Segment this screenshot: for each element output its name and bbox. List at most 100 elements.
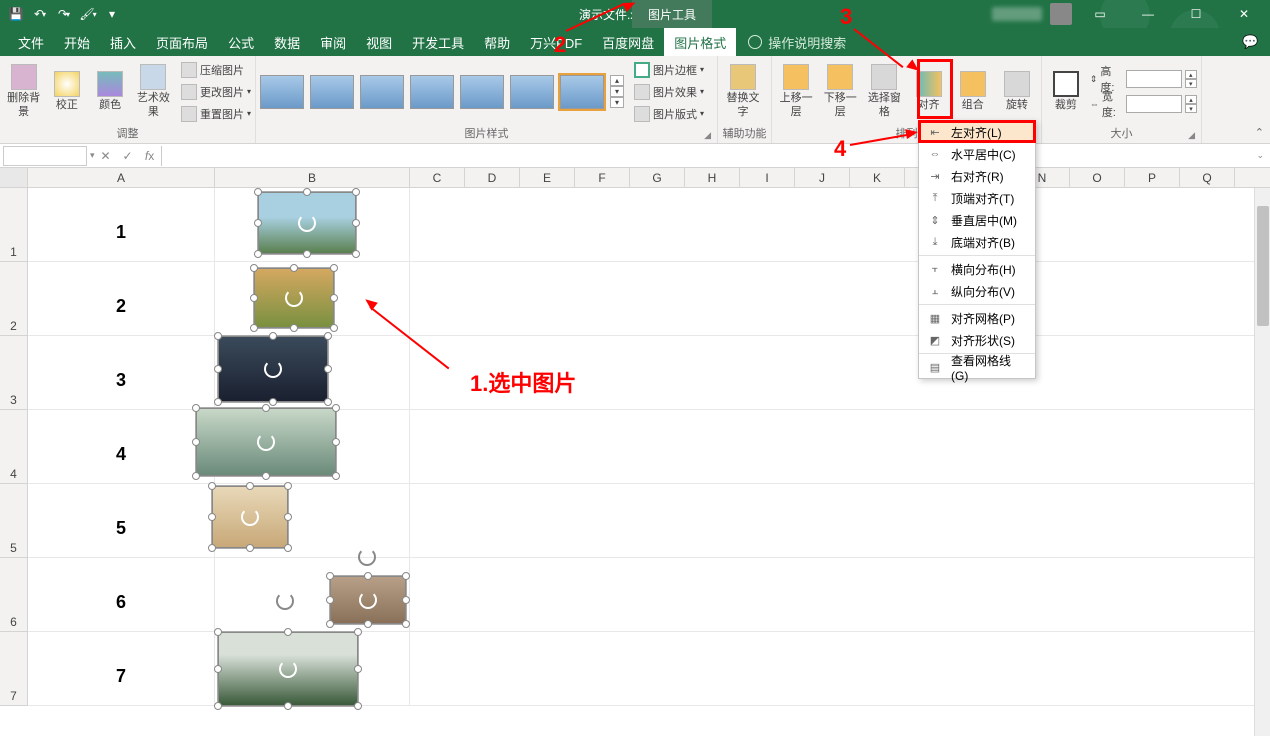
tab-wps-pdf[interactable]: 万兴PDF	[520, 28, 592, 56]
align-center-h-item[interactable]: ⇔水平居中(C)	[919, 143, 1035, 165]
picture-layout-button[interactable]: 图片版式▾	[634, 104, 704, 124]
row-header[interactable]: 1	[0, 188, 28, 262]
crop-button[interactable]: 裁剪	[1046, 60, 1086, 124]
distribute-h-item[interactable]: ⫟横向分布(H)	[919, 258, 1035, 280]
gallery-up[interactable]: ▴	[610, 75, 624, 86]
dialog-launcher[interactable]: ◢	[704, 130, 711, 141]
row-header[interactable]: 7	[0, 632, 28, 706]
picture-style-thumb[interactable]	[460, 75, 504, 109]
tab-layout[interactable]: 页面布局	[146, 28, 218, 56]
picture-object[interactable]	[330, 576, 406, 624]
col-header[interactable]: G	[630, 168, 685, 187]
save-button[interactable]: 💾	[6, 4, 26, 24]
collapse-ribbon-button[interactable]: ⌃	[1255, 126, 1264, 139]
tab-data[interactable]: 数据	[264, 28, 310, 56]
col-header[interactable]: P	[1125, 168, 1180, 187]
width-up[interactable]: ▴	[1185, 95, 1197, 104]
compress-pictures-button[interactable]: 压缩图片	[181, 60, 251, 80]
row-header[interactable]: 5	[0, 484, 28, 558]
width-input[interactable]	[1126, 95, 1182, 113]
align-middle-v-item[interactable]: ⇕垂直居中(M)	[919, 209, 1035, 231]
height-up[interactable]: ▴	[1185, 70, 1197, 79]
tab-home[interactable]: 开始	[54, 28, 100, 56]
redo-button[interactable]: ↷▾	[54, 4, 74, 24]
picture-border-button[interactable]: 图片边框▾	[634, 60, 704, 80]
col-header[interactable]: F	[575, 168, 630, 187]
col-header[interactable]: Q	[1180, 168, 1235, 187]
height-input[interactable]	[1126, 70, 1182, 88]
col-header[interactable]: J	[795, 168, 850, 187]
align-top-item[interactable]: ⤒顶端对齐(T)	[919, 187, 1035, 209]
rotate-button[interactable]: 旋转	[997, 60, 1037, 124]
col-header[interactable]: B	[215, 168, 410, 187]
bring-forward-button[interactable]: 上移一层	[776, 60, 816, 124]
ribbon-options-button[interactable]: ▭	[1080, 0, 1120, 28]
align-right-item[interactable]: ⇥右对齐(R)	[919, 165, 1035, 187]
selection-pane-button[interactable]: 选择窗格	[864, 60, 904, 124]
tab-review[interactable]: 审阅	[310, 28, 356, 56]
formula-input[interactable]	[161, 146, 1251, 166]
tab-developer[interactable]: 开发工具	[402, 28, 474, 56]
col-header[interactable]: D	[465, 168, 520, 187]
col-header[interactable]: A	[28, 168, 215, 187]
picture-style-thumb[interactable]	[510, 75, 554, 109]
select-all-button[interactable]	[0, 168, 28, 187]
tell-me-search[interactable]: 操作说明搜索	[748, 33, 846, 52]
minimize-button[interactable]: —	[1128, 0, 1168, 28]
rotate-handle-icon[interactable]	[276, 592, 294, 610]
tab-formulas[interactable]: 公式	[218, 28, 264, 56]
tab-file[interactable]: 文件	[8, 28, 54, 56]
send-backward-button[interactable]: 下移一层	[820, 60, 860, 124]
dialog-launcher[interactable]: ◢	[1188, 130, 1195, 141]
picture-effects-button[interactable]: 图片效果▾	[634, 82, 704, 102]
picture-object[interactable]	[218, 632, 358, 706]
picture-style-thumb[interactable]	[360, 75, 404, 109]
share-icon[interactable]: 💬	[1242, 34, 1258, 50]
remove-background-button[interactable]: 删除背景	[4, 60, 43, 124]
tab-view[interactable]: 视图	[356, 28, 402, 56]
gallery-more[interactable]: ▾	[610, 97, 624, 108]
cancel-formula-button[interactable]: ✕	[95, 146, 117, 166]
vertical-scrollbar[interactable]	[1254, 188, 1270, 736]
col-header[interactable]: E	[520, 168, 575, 187]
gallery-down[interactable]: ▾	[610, 86, 624, 97]
row-header[interactable]: 4	[0, 410, 28, 484]
color-button[interactable]: 颜色	[91, 60, 130, 124]
qat-extra-button[interactable]: 🖌▾	[78, 4, 98, 24]
expand-formula-bar[interactable]: ⌄	[1250, 150, 1270, 161]
enter-formula-button[interactable]: ✓	[117, 146, 139, 166]
alt-text-button[interactable]: 替换文字	[722, 60, 764, 124]
user-avatar[interactable]	[1050, 3, 1072, 25]
picture-style-thumb[interactable]	[560, 75, 604, 109]
picture-styles-gallery[interactable]: ▴▾▾	[260, 75, 624, 109]
row-header[interactable]: 3	[0, 336, 28, 410]
col-header[interactable]: I	[740, 168, 795, 187]
picture-object[interactable]	[254, 268, 334, 328]
col-header[interactable]: K	[850, 168, 905, 187]
height-down[interactable]: ▾	[1185, 79, 1197, 88]
picture-style-thumb[interactable]	[310, 75, 354, 109]
group-button[interactable]: 组合	[953, 60, 993, 124]
fx-button[interactable]: fx	[139, 146, 161, 166]
col-header[interactable]: C	[410, 168, 465, 187]
align-bottom-item[interactable]: ⤓底端对齐(B)	[919, 231, 1035, 253]
name-box[interactable]	[3, 146, 87, 166]
rotate-handle-icon[interactable]	[358, 548, 376, 566]
maximize-button[interactable]: ☐	[1176, 0, 1216, 28]
artistic-effects-button[interactable]: 艺术效果	[134, 60, 173, 124]
distribute-v-item[interactable]: ⫠纵向分布(V)	[919, 280, 1035, 302]
row-header[interactable]: 2	[0, 262, 28, 336]
corrections-button[interactable]: 校正	[47, 60, 86, 124]
picture-object[interactable]	[258, 192, 356, 254]
picture-style-thumb[interactable]	[410, 75, 454, 109]
picture-object[interactable]	[196, 408, 336, 476]
col-header[interactable]: O	[1070, 168, 1125, 187]
scrollbar-thumb[interactable]	[1257, 206, 1269, 326]
tab-help[interactable]: 帮助	[474, 28, 520, 56]
picture-object[interactable]	[218, 336, 328, 402]
change-picture-button[interactable]: 更改图片▾	[181, 82, 251, 102]
reset-picture-button[interactable]: 重置图片▾	[181, 104, 251, 124]
undo-button[interactable]: ↶▾	[30, 4, 50, 24]
align-left-item[interactable]: ⇤左对齐(L)	[919, 121, 1035, 143]
width-down[interactable]: ▾	[1185, 104, 1197, 113]
